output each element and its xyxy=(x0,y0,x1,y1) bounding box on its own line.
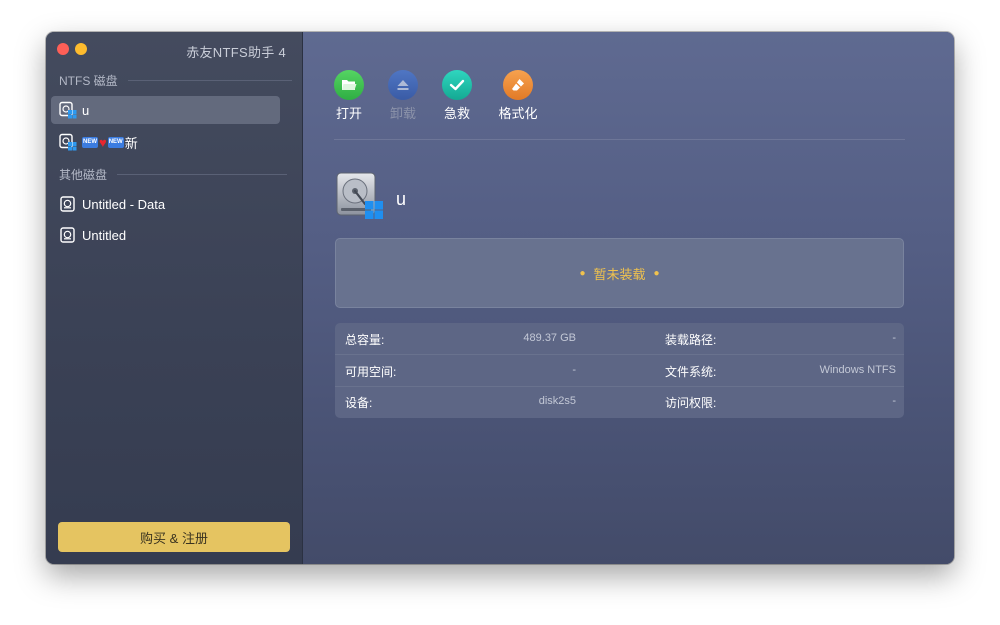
new-emoji-icon: NEW xyxy=(107,136,124,148)
other-section-label: 其他磁盘 xyxy=(59,167,108,182)
hard-drive-icon xyxy=(335,171,385,223)
apfs-disk-icon xyxy=(59,195,77,213)
disk-name: 新 xyxy=(124,135,138,151)
sidebar: 赤友NTFS助手 4 NTFS 磁盘 u NEW ♥ NEW 新 其他磁盘 Un… xyxy=(46,32,303,564)
total-capacity-label: 总容量: xyxy=(345,333,385,347)
app-title: 赤友NTFS助手 4 xyxy=(186,45,286,60)
disk-name: Untitled - Data xyxy=(82,196,166,212)
disk-name-emoji: NEW ♥ NEW 新 xyxy=(82,133,138,152)
info-row: 可用空间: - 文件系统: Windows NTFS xyxy=(335,355,904,387)
open-label: 打开 xyxy=(335,106,362,121)
info-row: 设备: disk2s5 访问权限: - xyxy=(335,386,904,417)
free-space-label: 可用空间: xyxy=(345,365,397,379)
status-bullet-icon: ● xyxy=(579,267,586,279)
toolbar-divider xyxy=(334,139,905,140)
ntfs-section-header: NTFS 磁盘 xyxy=(59,73,292,88)
total-capacity-value: 489.37 GB xyxy=(523,332,576,344)
folder-open-icon xyxy=(334,70,364,100)
window-controls xyxy=(57,43,87,55)
disk-name: Untitled xyxy=(82,227,127,243)
buy-register-button[interactable]: 购买 & 注册 xyxy=(58,522,290,552)
sidebar-item-disk-u[interactable]: u xyxy=(51,96,280,124)
section-divider xyxy=(117,173,288,175)
format-label: 格式化 xyxy=(498,106,538,121)
sidebar-item-untitled-data[interactable]: Untitled - Data xyxy=(51,190,280,218)
main-panel: 打开 卸载 急救 格式化 u ● 暂未装载 ● 总容量: 489.37 GB 装… xyxy=(303,32,954,564)
permission-value: - xyxy=(892,395,896,407)
info-row: 总容量: 489.37 GB 装载路径: - xyxy=(335,323,904,355)
close-window-button[interactable] xyxy=(57,43,69,55)
mount-status-box: ● 暂未装载 ● xyxy=(335,238,904,308)
format-button[interactable]: 格式化 xyxy=(488,70,548,122)
sidebar-item-untitled[interactable]: Untitled xyxy=(51,221,280,249)
mount-status-text: 暂未装载 xyxy=(593,266,646,282)
rescue-label: 急救 xyxy=(443,106,470,121)
heart-emoji-icon: ♥ xyxy=(99,134,107,150)
mount-path-label: 装载路径: xyxy=(665,333,717,347)
minimize-window-button[interactable] xyxy=(75,43,87,55)
device-value: disk2s5 xyxy=(538,395,576,407)
unmount-button[interactable]: 卸载 xyxy=(373,70,433,122)
status-bullet-icon: ● xyxy=(653,267,660,279)
sidebar-item-disk-new[interactable]: NEW ♥ NEW 新 xyxy=(51,128,280,156)
section-divider xyxy=(127,79,292,81)
filesystem-value: Windows NTFS xyxy=(819,364,896,376)
app-window: 赤友NTFS助手 4 NTFS 磁盘 u NEW ♥ NEW 新 其他磁盘 Un… xyxy=(46,32,954,564)
ntfs-disk-icon xyxy=(59,133,77,151)
free-space-value: - xyxy=(572,364,576,376)
apfs-disk-icon xyxy=(59,226,77,244)
volume-info-table: 总容量: 489.37 GB 装载路径: - 可用空间: - 文件系统: Win… xyxy=(335,323,904,418)
ntfs-disk-icon xyxy=(59,101,77,119)
permission-label: 访问权限: xyxy=(665,396,717,410)
ntfs-section-label: NTFS 磁盘 xyxy=(59,73,118,88)
eraser-icon xyxy=(503,70,533,100)
filesystem-label: 文件系统: xyxy=(665,365,717,379)
rescue-button[interactable]: 急救 xyxy=(427,70,487,122)
open-button[interactable]: 打开 xyxy=(319,70,379,122)
disk-name: u xyxy=(82,102,90,118)
volume-name: u xyxy=(396,189,407,209)
mount-path-value: - xyxy=(892,332,896,344)
eject-icon xyxy=(388,70,418,100)
other-section-header: 其他磁盘 xyxy=(59,167,288,182)
new-emoji-icon: NEW xyxy=(82,136,98,148)
device-label: 设备: xyxy=(345,396,373,410)
unmount-label: 卸载 xyxy=(389,106,416,121)
checkmark-icon xyxy=(442,70,472,100)
